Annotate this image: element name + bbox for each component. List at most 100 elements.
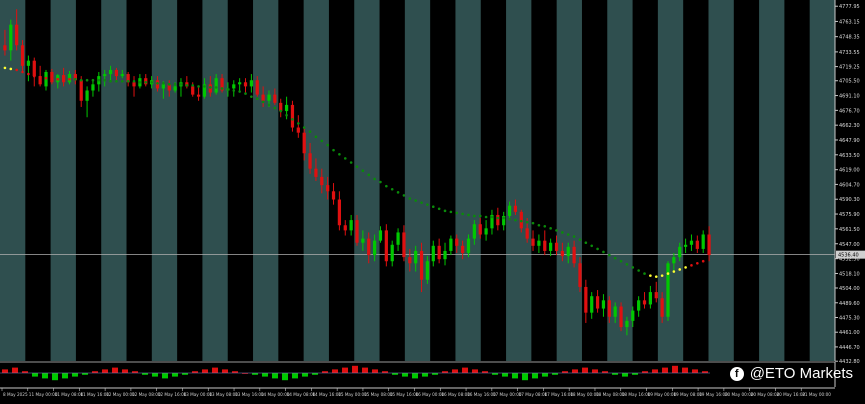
time-tick-label: 20 May 00:00 [725,392,754,397]
candle-body [367,238,371,256]
candle-body [32,60,36,77]
time-tick-label: 17 May 16:00 [544,392,573,397]
indicator-bar [452,369,458,373]
candle-body [425,261,430,280]
indicator-bar [662,367,668,373]
time-tick-label: 14 May 00:00 [261,392,290,397]
time-tick-label: 15 May 00:00 [338,392,367,397]
candle-body [267,94,271,101]
session-band [151,0,178,361]
indicator-bar [402,373,408,377]
candle-body [578,263,582,287]
candle-body [249,80,253,87]
time-tick-label: 12 May 08:00 [132,392,161,397]
indicator-bar [52,373,58,381]
candle-body [296,127,300,133]
indicator-bar [532,373,538,379]
moving-average-dot [502,216,505,220]
candle-body [654,292,658,299]
moving-average-dot [15,68,18,72]
moving-average-dot [297,122,300,125]
moving-average-dot [74,77,77,81]
time-tick-label: 12 May 00:00 [106,392,135,397]
price-tick-label: 4475.30 [839,315,860,321]
indicator-bar [212,367,218,373]
indicator-bar [622,373,628,377]
time-tick-label: 11 May 08:00 [55,392,84,397]
price-tick-label: 4676.70 [839,108,860,114]
candle-body [232,84,236,89]
moving-average-dot [214,86,218,89]
moving-average-dot [209,86,212,89]
indicator-bar [262,373,268,377]
indicator-bar [572,369,578,373]
moving-average-dot [373,177,376,181]
moving-average-dot [701,259,705,263]
moving-average-dot [138,80,142,84]
time-tick-label: 13 May 00:00 [183,392,212,397]
moving-average-dot [414,199,417,202]
moving-average-dot [602,250,605,254]
moving-average-dot [85,78,89,82]
moving-average-dot [185,84,189,87]
candle-body [243,82,248,87]
price-tick-label: 4705.50 [839,79,860,85]
moving-average-dot [396,191,400,194]
moving-average-dot [449,210,453,214]
moving-average-dot [402,194,406,197]
candle-body [290,104,295,128]
moving-average-dot [27,72,30,76]
moving-average-dot [619,259,623,263]
moving-average-dot [519,219,523,223]
moving-average-dot [596,247,599,251]
time-tick-label: 18 May 08:00 [596,392,625,397]
moving-average-dot [666,272,670,275]
candle-body [678,246,682,258]
moving-average-dot [461,212,464,216]
indicator-bar [412,373,418,379]
candle-body [173,86,177,91]
moving-average-dot [684,266,687,269]
moving-average-dot [38,75,42,79]
candle-body [238,82,242,85]
candle-body [419,250,424,280]
price-tick-label: 4604.70 [839,182,860,188]
candle-body [103,74,107,77]
chart-background [0,0,865,400]
candle-body [214,78,218,93]
candle-body [560,250,564,257]
price-chart[interactable]: 4777.95 4763.15 4748.35 4733.55 4719.25 4705.… [0,0,865,400]
indicator-bar [692,369,698,373]
candle-body [455,238,459,246]
time-tick-label: 8 May 2025 [3,392,28,397]
moving-average-dot [649,274,652,277]
candle-body [273,94,277,103]
moving-average-dot [250,95,253,98]
candle-body [302,132,306,154]
moving-average-dot [690,264,693,267]
moving-average-dot [343,157,347,160]
session-band [404,0,431,361]
candle-body [255,80,259,95]
moving-average-dot [578,238,582,241]
indicator-bar [222,369,228,373]
moving-average-dot [355,165,359,168]
moving-average-dot [643,272,646,275]
candle-body [554,242,559,251]
indicator-bar [272,373,278,379]
candle-body [707,234,711,256]
indicator-bar [352,365,358,373]
candle-body [402,232,406,258]
indicator-bar [62,373,68,379]
time-tick-label: 11 May 16:00 [80,392,109,397]
moving-average-dot [625,263,629,266]
price-tick-label: 4691.10 [839,94,860,100]
indicator-bar [32,373,38,377]
candle-body [414,250,418,264]
moving-average-dot [637,269,640,272]
moving-average-dot [514,218,517,222]
candle-body [683,244,688,247]
moving-average-dot [9,67,13,71]
indicator-bar [332,369,338,373]
candlestick-chart-svg: 4777.95 4763.15 4748.35 4733.55 4719.25 4705.… [0,0,865,400]
